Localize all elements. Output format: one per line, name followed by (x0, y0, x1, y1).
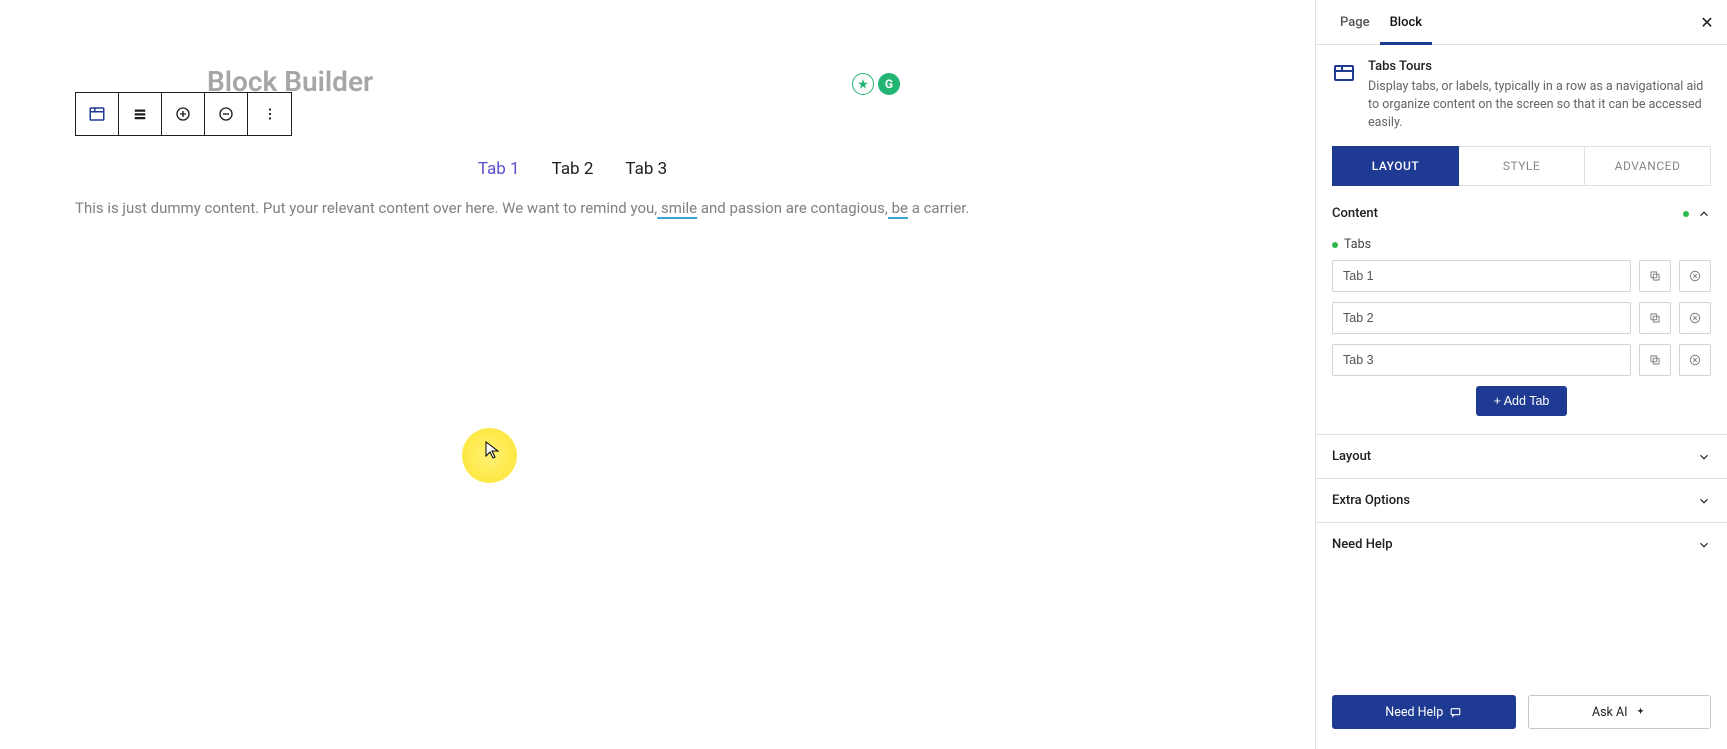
sparkle-icon (1634, 706, 1647, 719)
copy-icon (1648, 353, 1662, 367)
section-label: Layout (1332, 449, 1371, 464)
sidebar-context-tabs: Page Block ✕ (1316, 0, 1727, 45)
settings-sidebar: Page Block ✕ Tabs Tours Display tabs, or… (1315, 0, 1727, 749)
text-part: a carrier. (908, 199, 970, 217)
sidebar-tab-page[interactable]: Page (1330, 0, 1380, 45)
need-help-toggle[interactable]: Need Help (1332, 523, 1711, 566)
drag-handle-icon-button[interactable] (119, 93, 162, 135)
need-help-button[interactable]: Need Help (1332, 695, 1516, 729)
extra-options-toggle[interactable]: Extra Options (1332, 479, 1711, 522)
tabs-block-icon (1332, 61, 1356, 85)
tab-content-text: This is just dummy content. Put your rel… (75, 199, 970, 217)
tab-name-input-1[interactable] (1332, 260, 1631, 292)
block-header: Tabs Tours Display tabs, or labels, typi… (1316, 45, 1727, 136)
options-icon-button[interactable] (248, 93, 291, 135)
content-section-label: Content (1332, 206, 1378, 221)
tabs-field-label: Tabs (1332, 237, 1711, 252)
chevron-up-icon (1697, 207, 1711, 221)
inspector-tabs: LAYOUT STYLE ADVANCED (1316, 146, 1727, 186)
block-description: Display tabs, or labels, typically in a … (1368, 78, 1711, 132)
block-toolbar (75, 92, 292, 136)
tab-item-3[interactable]: Tab 3 (623, 155, 669, 183)
close-sidebar-button[interactable]: ✕ (1695, 10, 1719, 34)
grammarly-suggestion-icon[interactable] (852, 73, 874, 95)
modified-indicator-icon (1683, 211, 1689, 217)
cursor-highlight (462, 428, 517, 483)
close-icon: ✕ (1700, 13, 1713, 32)
tab-item-2[interactable]: Tab 2 (550, 155, 596, 183)
text-part: This is just dummy content. Put your rel… (75, 199, 657, 217)
tab-name-input-3[interactable] (1332, 344, 1631, 376)
copy-icon (1648, 269, 1662, 283)
remove-tab-button[interactable] (1679, 260, 1711, 292)
need-help-section: Need Help (1316, 522, 1727, 566)
remove-tab-button[interactable] (1679, 344, 1711, 376)
extra-options-section: Extra Options (1316, 478, 1727, 522)
add-tab-button[interactable]: + Add Tab (1476, 386, 1568, 416)
ask-ai-button[interactable]: Ask AI (1528, 695, 1712, 729)
remove-icon (1688, 269, 1702, 283)
tab-item-1[interactable]: Tab 1 (476, 155, 522, 183)
content-section: Content Tabs (1316, 186, 1727, 416)
chat-icon (1449, 706, 1462, 719)
inspector-tab-advanced[interactable]: ADVANCED (1585, 146, 1711, 186)
duplicate-tab-button[interactable] (1639, 260, 1671, 292)
inspector-tab-layout[interactable]: LAYOUT (1332, 146, 1459, 186)
ask-ai-label: Ask AI (1592, 705, 1628, 720)
grammarly-marked-word[interactable]: smile (657, 199, 697, 217)
duplicate-tab-button[interactable] (1639, 302, 1671, 334)
tab-row-2 (1332, 302, 1711, 334)
section-label: Extra Options (1332, 493, 1410, 508)
tab-row-3 (1332, 344, 1711, 376)
modified-indicator-icon (1332, 242, 1338, 248)
duplicate-tab-button[interactable] (1639, 344, 1671, 376)
block-type-icon-button[interactable] (76, 93, 119, 135)
tabs-row: Tab 1 Tab 2 Tab 3 (75, 155, 1070, 183)
chevron-down-icon (1697, 538, 1711, 552)
grammarly-g-icon[interactable]: G (878, 73, 900, 95)
tab-name-input-2[interactable] (1332, 302, 1631, 334)
tab-row-1 (1332, 260, 1711, 292)
block-title: Tabs Tours (1368, 59, 1711, 74)
text-part: and passion are contagious, (697, 199, 888, 217)
grammarly-marked-word[interactable]: be (888, 199, 908, 217)
add-block-icon-button[interactable] (162, 93, 205, 135)
content-section-toggle[interactable]: Content (1332, 200, 1711, 227)
grammarly-badges: G (852, 73, 900, 95)
chevron-down-icon (1697, 450, 1711, 464)
editor-canvas: Block Builder (0, 0, 1315, 749)
remove-block-icon-button[interactable] (205, 93, 248, 135)
sidebar-footer: Need Help Ask AI (1316, 695, 1727, 749)
remove-tab-button[interactable] (1679, 302, 1711, 334)
remove-icon (1688, 311, 1702, 325)
section-label: Need Help (1332, 537, 1393, 552)
layout-section: Layout (1316, 434, 1727, 478)
remove-icon (1688, 353, 1702, 367)
chevron-down-icon (1697, 494, 1711, 508)
copy-icon (1648, 311, 1662, 325)
layout-section-toggle[interactable]: Layout (1332, 435, 1711, 478)
inspector-tab-style[interactable]: STYLE (1459, 146, 1585, 186)
tabs-field-text: Tabs (1344, 237, 1371, 252)
need-help-label: Need Help (1385, 705, 1443, 720)
sidebar-tab-block[interactable]: Block (1380, 0, 1432, 45)
